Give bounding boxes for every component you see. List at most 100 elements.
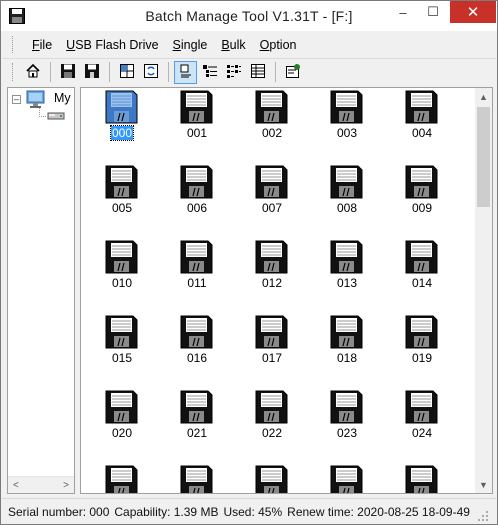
tree-horizontal-scrollbar[interactable]: < > bbox=[8, 476, 74, 493]
drive-item-name: 000 bbox=[109, 125, 135, 141]
home-button[interactable] bbox=[21, 61, 44, 84]
close-button[interactable]: ✕ bbox=[450, 1, 496, 23]
floppy-disk-icon bbox=[405, 315, 438, 349]
refresh-button[interactable] bbox=[139, 61, 162, 84]
scroll-down-arrow-icon[interactable]: ▼ bbox=[475, 476, 492, 493]
drive-item-name: 016 bbox=[186, 351, 208, 365]
menu-file[interactable]: File bbox=[25, 35, 59, 55]
drive-item[interactable]: 017 bbox=[242, 313, 302, 383]
drive-item-label: 001 bbox=[167, 126, 227, 140]
drive-item[interactable]: 011 bbox=[167, 238, 227, 308]
drive-item[interactable]: 014 bbox=[392, 238, 452, 308]
status-renew-time: Renew time: 2020-08-25 18-09-49 bbox=[287, 504, 470, 519]
scroll-up-arrow-icon[interactable]: ▲ bbox=[475, 88, 492, 105]
menu-option[interactable]: Option bbox=[253, 35, 304, 55]
drive-item[interactable]: 010 bbox=[92, 238, 152, 308]
drive-item[interactable]: 013 bbox=[317, 238, 377, 308]
tree-connector bbox=[39, 116, 46, 117]
drive-icon-grid: 000 001 002 003 004 005 006 007 008 009 010 011 012 0… bbox=[81, 88, 471, 493]
drive-item-name: 002 bbox=[261, 126, 283, 140]
drive-item[interactable]: 028 bbox=[317, 463, 377, 493]
grid-select-icon bbox=[119, 63, 135, 82]
list-view-icon bbox=[226, 63, 242, 82]
drive-item[interactable]: 001 bbox=[167, 88, 227, 158]
drive-item[interactable]: 015 bbox=[92, 313, 152, 383]
drive-item[interactable]: 022 bbox=[242, 388, 302, 458]
list-view-button[interactable] bbox=[222, 61, 245, 84]
details-view-icon bbox=[250, 63, 266, 82]
drive-item[interactable]: 006 bbox=[167, 163, 227, 233]
menubar-grip[interactable] bbox=[12, 36, 15, 53]
floppy-disk-icon bbox=[330, 165, 363, 199]
save-all-button[interactable] bbox=[80, 61, 103, 84]
save-button[interactable] bbox=[56, 61, 79, 84]
drive-item-name: 001 bbox=[186, 126, 208, 140]
drive-item[interactable]: 024 bbox=[392, 388, 452, 458]
floppy-disk-icon bbox=[405, 390, 438, 424]
drive-item[interactable]: 021 bbox=[167, 388, 227, 458]
scroll-left-arrow-icon[interactable]: < bbox=[13, 480, 19, 491]
drive-item-label: 013 bbox=[317, 276, 377, 290]
details-view-button[interactable] bbox=[246, 61, 269, 84]
small-icons-view-button[interactable] bbox=[198, 61, 221, 84]
status-used: Used: 45% bbox=[223, 504, 283, 519]
floppy-disk-icon bbox=[180, 315, 213, 349]
floppy-disk-icon bbox=[105, 315, 138, 349]
floppy-disk-icon bbox=[405, 165, 438, 199]
drive-item-label: 003 bbox=[317, 126, 377, 140]
drive-item[interactable]: 002 bbox=[242, 88, 302, 158]
home-icon bbox=[25, 63, 41, 82]
drive-item[interactable]: 023 bbox=[317, 388, 377, 458]
maximize-button[interactable]: ☐ bbox=[419, 1, 447, 23]
drive-item[interactable]: 027 bbox=[242, 463, 302, 493]
large-icons-view-icon bbox=[178, 63, 194, 82]
toolbar-grip[interactable] bbox=[12, 63, 15, 81]
drive-item[interactable]: 019 bbox=[392, 313, 452, 383]
drive-item-label: 014 bbox=[392, 276, 452, 290]
scroll-thumb[interactable] bbox=[477, 107, 490, 207]
list-vertical-scrollbar[interactable]: ▲ ▼ bbox=[475, 88, 492, 493]
properties-button[interactable] bbox=[281, 61, 304, 84]
drive-item-label: 011 bbox=[167, 276, 227, 290]
drive-item[interactable]: 016 bbox=[167, 313, 227, 383]
drive-item-name: 013 bbox=[336, 276, 358, 290]
drive-item-label: 017 bbox=[242, 351, 302, 365]
drive-item[interactable]: 000 bbox=[92, 88, 152, 158]
menu-usb-flash-drive[interactable]: USB Flash Drive bbox=[59, 35, 165, 55]
menu-single[interactable]: Single bbox=[166, 35, 215, 55]
drive-item[interactable]: 025 bbox=[92, 463, 152, 493]
drive-item[interactable]: 012 bbox=[242, 238, 302, 308]
scroll-right-arrow-icon[interactable]: > bbox=[63, 480, 69, 491]
device-tree[interactable]: – My < > bbox=[7, 87, 75, 494]
tree-collapse-toggle[interactable]: – bbox=[12, 95, 21, 104]
floppy-disk-icon bbox=[330, 465, 363, 493]
drive-item-label: 022 bbox=[242, 426, 302, 440]
drive-item[interactable]: 018 bbox=[317, 313, 377, 383]
toolbar-separator bbox=[50, 62, 51, 82]
large-icons-view-button[interactable] bbox=[174, 60, 197, 84]
drive-item[interactable]: 004 bbox=[392, 88, 452, 158]
drive-item[interactable]: 007 bbox=[242, 163, 302, 233]
resize-grip-icon[interactable] bbox=[477, 510, 489, 522]
drive-item[interactable]: 029 bbox=[392, 463, 452, 493]
drive-item[interactable]: 008 bbox=[317, 163, 377, 233]
drive-item[interactable]: 003 bbox=[317, 88, 377, 158]
status-bar: Serial number: 000 Capability: 1.39 MB U… bbox=[2, 498, 496, 524]
drive-item-label: 021 bbox=[167, 426, 227, 440]
grid-select-button[interactable] bbox=[115, 61, 138, 84]
toolbar-separator bbox=[109, 62, 110, 82]
minimize-button[interactable]: – bbox=[389, 1, 417, 23]
floppy-disk-icon bbox=[105, 90, 138, 124]
drive-list[interactable]: 000 001 002 003 004 005 006 007 008 009 010 011 012 0… bbox=[80, 87, 493, 494]
drive-item-name: 012 bbox=[261, 276, 283, 290]
menu-bulk[interactable]: Bulk bbox=[214, 35, 252, 55]
tree-root-label[interactable]: My bbox=[54, 91, 71, 105]
drive-item-name: 008 bbox=[336, 201, 358, 215]
drive-item-name: 006 bbox=[186, 201, 208, 215]
flash-drive-icon[interactable] bbox=[46, 110, 66, 125]
drive-item[interactable]: 005 bbox=[92, 163, 152, 233]
drive-item[interactable]: 020 bbox=[92, 388, 152, 458]
drive-item[interactable]: 009 bbox=[392, 163, 452, 233]
drive-item[interactable]: 026 bbox=[167, 463, 227, 493]
floppy-disk-icon bbox=[255, 90, 288, 124]
